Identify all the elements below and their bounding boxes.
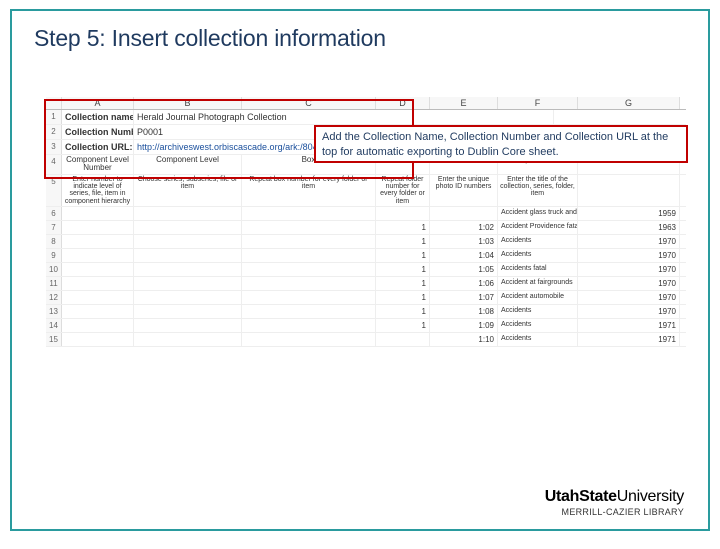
table-row: 151:10Accidents1971 <box>46 333 686 347</box>
callout-box: Add the Collection Name, Collection Numb… <box>314 125 688 163</box>
table-row: 1011:05Accidents fatal1970 <box>46 263 686 277</box>
table-row: 911:04Accidents1970 <box>46 249 686 263</box>
table-row: 1411:09Accidents1971 <box>46 319 686 333</box>
table-row: 1111:06Accident at fairgrounds1970 <box>46 277 686 291</box>
col-G: G <box>578 97 680 109</box>
page-title: Step 5: Insert collection information <box>34 25 386 52</box>
table-subheader-row: 5 Enter number to indicate level of seri… <box>46 175 686 207</box>
col-E: E <box>430 97 498 109</box>
footer-logo: UtahStateUniversity MERRILL-CAZIER LIBRA… <box>545 488 684 517</box>
table-row: 811:03Accidents1970 <box>46 235 686 249</box>
table-row: 1211:07Accident automobile1970 <box>46 291 686 305</box>
slide-frame: Step 5: Insert collection information A … <box>10 9 710 531</box>
table-row: 711:02Accident Providence fatality1963 <box>46 221 686 235</box>
logo-line1: UtahStateUniversity <box>545 488 684 506</box>
col-F: F <box>498 97 578 109</box>
table-row: 6Accident glass truck and Fort Inn trunk… <box>46 207 686 221</box>
table-row: 1311:08Accidents1970 <box>46 305 686 319</box>
callout-text: Add the Collection Name, Collection Numb… <box>322 131 668 158</box>
logo-line2: MERRILL-CAZIER LIBRARY <box>545 507 684 517</box>
